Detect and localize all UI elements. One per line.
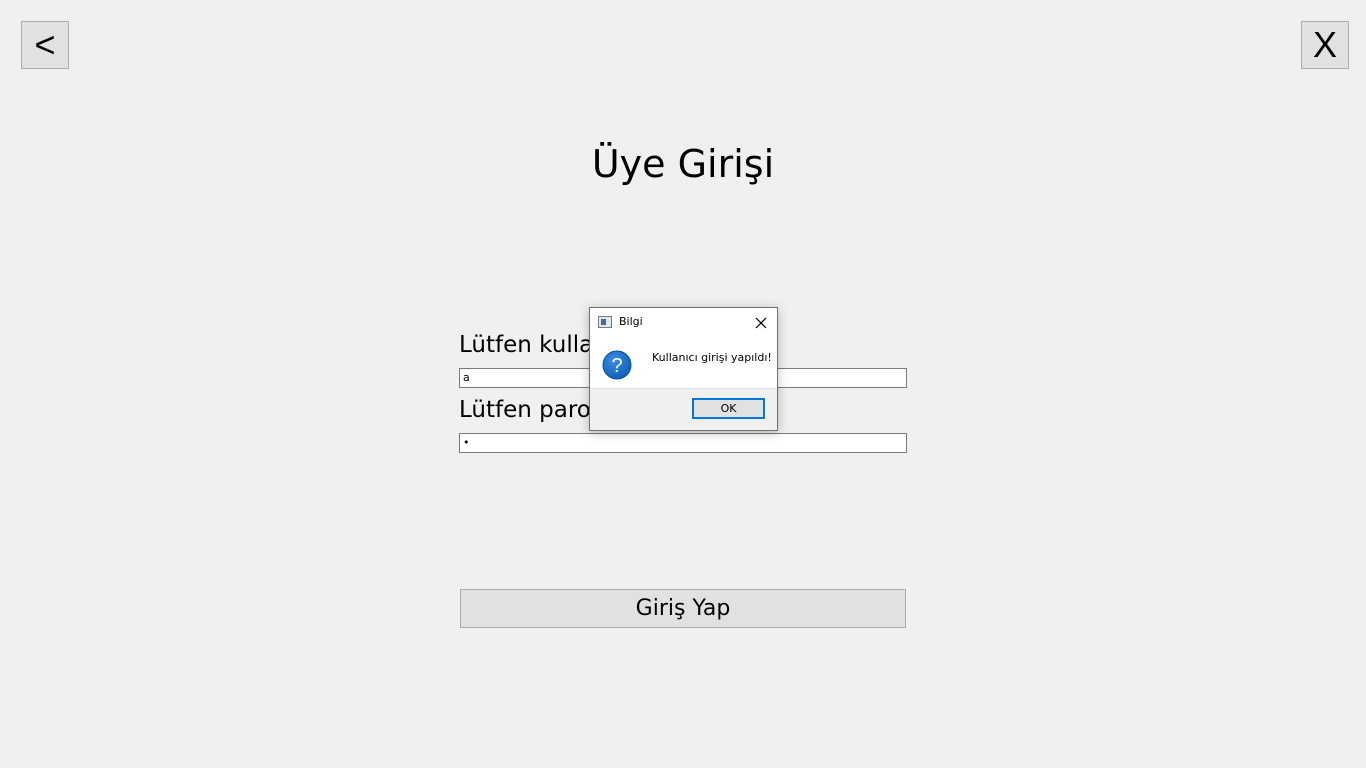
dialog-titlebar: Bilgi: [590, 308, 777, 338]
dialog-title: Bilgi: [619, 315, 643, 328]
dialog-close-icon[interactable]: [750, 313, 772, 333]
svg-text:?: ?: [611, 355, 622, 377]
app-window-icon: [598, 316, 612, 328]
login-screen: < X Üye Girişi Lütfen kullan a Lütfen pa…: [0, 0, 1366, 768]
dialog-body: ? Kullanıcı girişi yapıldı!: [590, 338, 777, 388]
close-button[interactable]: X: [1301, 21, 1349, 69]
password-label: Lütfen parol: [459, 397, 598, 423]
dialog-footer: OK: [590, 388, 777, 430]
username-label: Lütfen kullan: [459, 332, 608, 358]
page-title: Üye Girişi: [591, 142, 775, 186]
question-icon: ?: [602, 350, 632, 380]
ok-button[interactable]: OK: [692, 398, 765, 419]
password-input[interactable]: •: [459, 433, 907, 453]
dialog-message: Kullanıcı girişi yapıldı!: [652, 351, 772, 364]
info-dialog: Bilgi ? Kullanıcı girişi yapıldı! OK: [589, 307, 778, 431]
back-button[interactable]: <: [21, 21, 69, 69]
login-button[interactable]: Giriş Yap: [460, 589, 906, 628]
